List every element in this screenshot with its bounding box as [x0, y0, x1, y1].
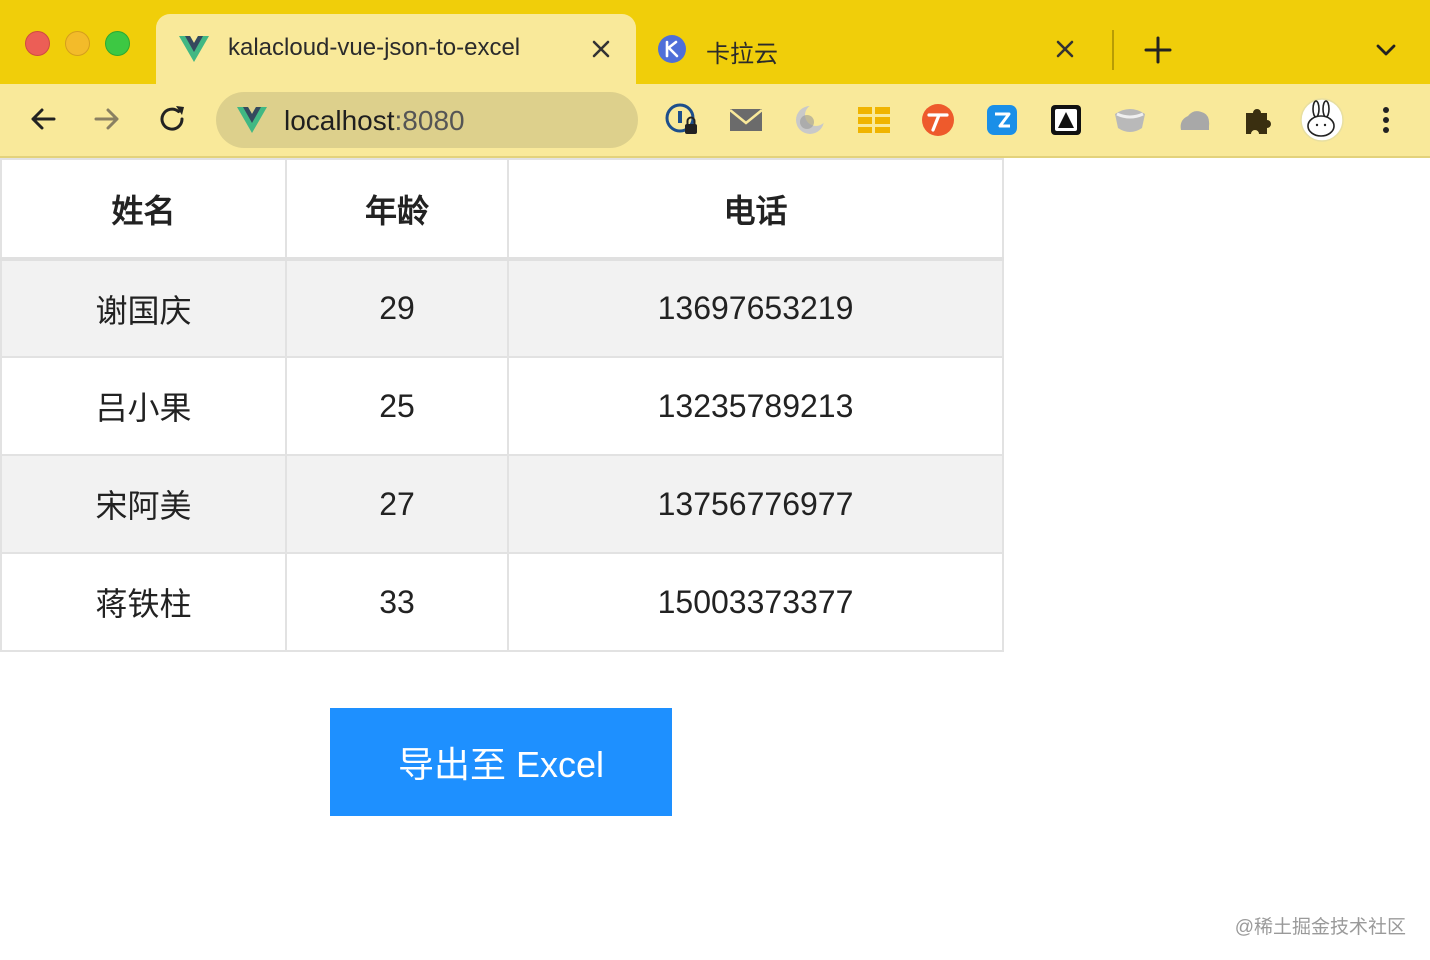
cell-phone: 13235789213	[507, 356, 1004, 456]
dark-square-icon[interactable]	[1048, 102, 1084, 138]
forward-arrow-icon[interactable]	[90, 102, 124, 136]
cell-age: 25	[285, 356, 509, 456]
tab-title: kalacloud-vue-json-to-excel	[228, 34, 521, 61]
tab-title: 卡拉云	[706, 41, 778, 68]
table-row: 吕小果 25 13235789213	[0, 356, 1004, 456]
url-host: localhost	[284, 105, 395, 136]
close-window-button[interactable]	[25, 31, 50, 56]
chevron-down-icon[interactable]	[1372, 36, 1400, 64]
table-row: 蒋铁柱 33 15003373377	[0, 552, 1004, 652]
reload-icon[interactable]	[155, 102, 189, 136]
vue-logo-icon	[237, 107, 267, 133]
header-name: 姓名	[0, 158, 287, 261]
export-to-excel-button[interactable]: 导出至 Excel	[330, 708, 672, 816]
cell-name: 蒋铁柱	[0, 552, 287, 652]
cloud-icon[interactable]	[1176, 102, 1212, 138]
cell-age: 33	[285, 552, 509, 652]
cell-name: 宋阿美	[0, 454, 287, 554]
more-menu-icon[interactable]	[1368, 102, 1404, 138]
bowl-icon[interactable]	[1112, 102, 1148, 138]
vue-logo-icon	[179, 36, 209, 62]
cell-name: 谢国庆	[0, 258, 287, 358]
cell-phone: 15003373377	[507, 552, 1004, 652]
new-tab-icon[interactable]	[1140, 32, 1176, 68]
table-header-row: 姓名 年龄 电话	[0, 158, 1004, 261]
maximize-window-button[interactable]	[105, 31, 130, 56]
back-arrow-icon[interactable]	[26, 102, 60, 136]
cell-age: 27	[285, 454, 509, 554]
moon-icon[interactable]	[792, 102, 828, 138]
cell-age: 29	[285, 258, 509, 358]
watermark: @稀土掘金技术社区	[1234, 917, 1406, 938]
lock-shield-icon[interactable]	[664, 102, 700, 138]
tab-separator	[1112, 30, 1114, 70]
browser-toolbar: localhost:8080	[0, 84, 1430, 158]
blue-badge-icon[interactable]	[984, 102, 1020, 138]
table-row: 宋阿美 27 13756776977	[0, 454, 1004, 554]
tab-strip: kalacloud-vue-json-to-excel 卡拉云	[0, 0, 1430, 84]
puzzle-icon[interactable]	[1240, 102, 1276, 138]
cell-name: 吕小果	[0, 356, 287, 456]
cell-phone: 13756776977	[507, 454, 1004, 554]
kalacloud-icon	[658, 35, 686, 63]
mail-icon[interactable]	[728, 102, 764, 138]
close-tab-icon[interactable]	[588, 36, 614, 62]
close-tab-icon[interactable]	[1052, 36, 1078, 62]
grid-icon[interactable]	[856, 102, 892, 138]
tab-kalacloud-vue-json-to-excel[interactable]: kalacloud-vue-json-to-excel	[156, 14, 636, 84]
tab-kalacloud[interactable]: 卡拉云	[640, 14, 1100, 84]
header-phone: 电话	[507, 158, 1004, 261]
url-text: localhost:8080	[284, 105, 465, 137]
translate-icon[interactable]	[920, 102, 956, 138]
address-bar[interactable]: localhost:8080	[216, 92, 638, 148]
person-table: 姓名 年龄 电话 谢国庆 29 13697653219 吕小果 25 13235…	[0, 158, 1004, 652]
rabbit-avatar-icon[interactable]	[1300, 98, 1344, 142]
minimize-window-button[interactable]	[65, 31, 90, 56]
header-age: 年龄	[285, 158, 509, 261]
cell-phone: 13697653219	[507, 258, 1004, 358]
table-row: 谢国庆 29 13697653219	[0, 258, 1004, 358]
url-port: :8080	[394, 105, 465, 136]
